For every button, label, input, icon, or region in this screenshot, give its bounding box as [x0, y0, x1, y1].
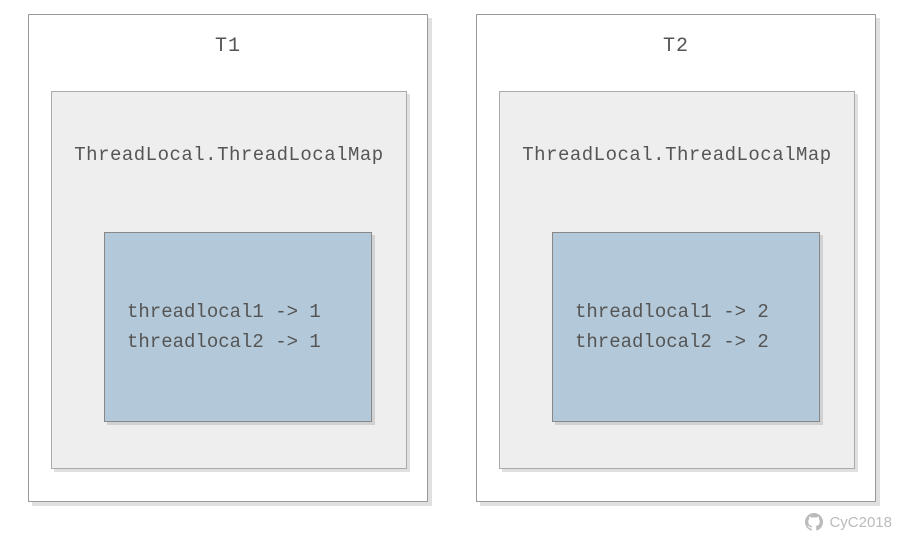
entries-box: threadlocal1 -> 2 threadlocal2 -> 2	[552, 232, 820, 422]
entry-row: threadlocal2 -> 2	[575, 327, 819, 357]
entry-row: threadlocal1 -> 1	[127, 297, 371, 327]
thread-title: T1	[29, 35, 427, 58]
threadlocalmap-box: ThreadLocal.ThreadLocalMap threadlocal1 …	[51, 91, 407, 469]
entry-row: threadlocal1 -> 2	[575, 297, 819, 327]
watermark: CyC2018	[805, 513, 892, 531]
thread-box-t2: T2 ThreadLocal.ThreadLocalMap threadloca…	[476, 14, 876, 502]
entry-row: threadlocal2 -> 1	[127, 327, 371, 357]
threadlocalmap-box: ThreadLocal.ThreadLocalMap threadlocal1 …	[499, 91, 855, 469]
threadlocalmap-label: ThreadLocal.ThreadLocalMap	[500, 144, 854, 166]
thread-title: T2	[477, 35, 875, 58]
entries-box: threadlocal1 -> 1 threadlocal2 -> 1	[104, 232, 372, 422]
watermark-text: CyC2018	[829, 514, 892, 531]
thread-box-t1: T1 ThreadLocal.ThreadLocalMap threadloca…	[28, 14, 428, 502]
threadlocalmap-label: ThreadLocal.ThreadLocalMap	[52, 144, 406, 166]
diagram-container: T1 ThreadLocal.ThreadLocalMap threadloca…	[0, 0, 904, 502]
github-icon	[805, 513, 823, 531]
